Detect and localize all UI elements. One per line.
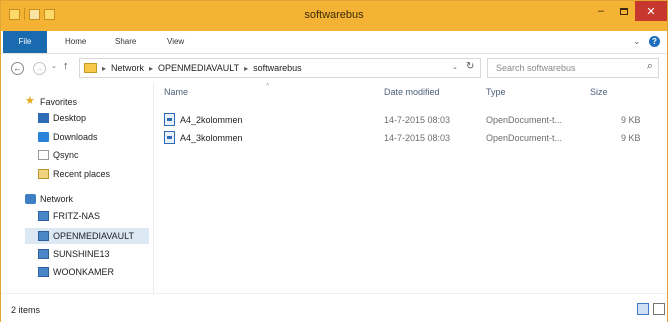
file-date: 14-7-2015 08:03 <box>384 115 451 125</box>
file-date: 14-7-2015 08:03 <box>384 133 451 143</box>
ribbon-tabs: File Home Share View ⌄ ? <box>1 31 667 54</box>
refresh-icon[interactable]: ↻ <box>466 61 474 72</box>
nav-item-openmediavault[interactable]: OPENMEDIAVAULT <box>25 228 149 244</box>
desktop-icon <box>38 113 49 123</box>
nav-item-recent-places[interactable]: Recent places <box>38 169 110 179</box>
large-icons-view-icon[interactable] <box>653 303 665 315</box>
nav-label: Downloads <box>53 132 98 142</box>
recent-places-icon <box>38 169 49 179</box>
nav-label: SUNSHINE13 <box>53 249 110 259</box>
close-button[interactable]: ✕ <box>635 1 667 21</box>
help-icon[interactable]: ? <box>649 36 660 47</box>
computer-icon <box>38 211 49 221</box>
document-icon <box>164 113 175 126</box>
nav-item-woonkamer[interactable]: WOONKAMER <box>38 267 114 277</box>
computer-icon <box>38 249 49 259</box>
nav-label: Qsync <box>53 150 79 160</box>
nav-network[interactable]: Network <box>25 194 73 204</box>
maximize-button[interactable] <box>613 1 635 21</box>
window-title: softwarebus <box>304 9 364 21</box>
tab-share[interactable]: Share <box>115 31 136 53</box>
nav-label: Desktop <box>53 113 87 123</box>
nav-label: Network <box>40 194 74 204</box>
search-icon[interactable]: ⌕ <box>647 60 653 73</box>
tab-view[interactable]: View <box>167 31 184 53</box>
explorer-window: softwarebus – ✕ File Home Share View ⌄ ?… <box>0 0 668 322</box>
tab-home[interactable]: Home <box>65 31 86 53</box>
forward-button[interactable]: → <box>33 62 46 75</box>
breadcrumb-separator[interactable]: ▸ <box>102 64 106 73</box>
nav-item-desktop[interactable]: Desktop <box>38 113 86 123</box>
recent-locations-dropdown[interactable]: ⌄ <box>51 62 57 70</box>
nav-label: FRITZ-NAS <box>53 211 100 221</box>
sort-arrow-icon: ^ <box>266 83 270 90</box>
column-header-date-modified[interactable]: Date modified <box>384 87 440 97</box>
nav-item-qsync[interactable]: Qsync <box>38 150 79 160</box>
breadcrumb-openmediavault[interactable]: OPENMEDIAVAULT <box>158 63 239 73</box>
back-button[interactable]: ← <box>11 62 24 75</box>
title-bar[interactable]: softwarebus – ✕ <box>1 1 667 31</box>
tab-file[interactable]: File <box>3 31 47 53</box>
star-icon: ★ <box>25 95 35 107</box>
nav-label: Favorites <box>40 96 78 107</box>
breadcrumb: ▸ Network ▸ OPENMEDIAVAULT ▸ softwarebus <box>102 63 302 73</box>
maximize-icon <box>620 7 628 15</box>
file-size: 9 KB <box>621 115 641 125</box>
nav-label: OPENMEDIAVAULT <box>53 231 135 241</box>
downloads-icon <box>38 132 49 142</box>
file-name: A4_2kolommen <box>180 115 243 125</box>
breadcrumb-network[interactable]: Network <box>111 63 144 73</box>
address-bar[interactable]: ▸ Network ▸ OPENMEDIAVAULT ▸ softwarebus… <box>79 58 481 78</box>
nav-item-fritz-nas[interactable]: FRITZ-NAS <box>38 211 100 221</box>
computer-icon <box>38 231 49 241</box>
nav-favorites[interactable]: ★ Favorites <box>25 96 77 107</box>
file-type: OpenDocument-t... <box>486 115 563 125</box>
file-row[interactable]: A4_3kolommen 14-7-2015 08:03 OpenDocumen… <box>164 130 654 146</box>
expand-ribbon-icon[interactable]: ⌄ <box>633 36 641 47</box>
item-count: 2 items <box>11 305 41 315</box>
computer-icon <box>38 267 49 277</box>
search-input[interactable]: Search softwarebus <box>496 63 576 73</box>
navigation-pane: ★ Favorites Desktop Downloads Qsync Rece… <box>1 83 154 293</box>
search-box[interactable]: Search softwarebus ⌕ <box>487 58 659 78</box>
breadcrumb-softwarebus[interactable]: softwarebus <box>253 63 302 73</box>
column-header-size[interactable]: Size <box>590 87 608 97</box>
nav-item-sunshine13[interactable]: SUNSHINE13 <box>38 249 110 259</box>
nav-label: WOONKAMER <box>53 267 115 277</box>
breadcrumb-separator[interactable]: ▸ <box>244 64 248 73</box>
status-bar: 2 items <box>1 293 667 322</box>
file-list: Name ^ Date modified Type Size A4_2kolom… <box>154 83 667 293</box>
up-button[interactable]: ↑ <box>63 60 69 72</box>
file-type: OpenDocument-t... <box>486 133 563 143</box>
details-view-icon[interactable] <box>637 303 649 315</box>
document-icon <box>164 131 175 144</box>
folder-icon <box>84 63 97 73</box>
breadcrumb-separator[interactable]: ▸ <box>149 64 153 73</box>
nav-label: Recent places <box>53 169 111 179</box>
column-header-type[interactable]: Type <box>486 87 506 97</box>
nav-item-downloads[interactable]: Downloads <box>38 132 98 142</box>
qsync-icon <box>38 150 49 160</box>
file-row[interactable]: A4_2kolommen 14-7-2015 08:03 OpenDocumen… <box>164 112 654 128</box>
address-bar-row: ← → ⌄ ↑ ▸ Network ▸ OPENMEDIAVAULT ▸ sof… <box>1 54 667 84</box>
file-name: A4_3kolommen <box>180 133 243 143</box>
network-icon <box>25 194 36 204</box>
column-header-name[interactable]: Name <box>164 87 188 97</box>
minimize-button[interactable]: – <box>589 1 613 21</box>
file-size: 9 KB <box>621 133 641 143</box>
address-history-dropdown[interactable]: ⌄ <box>452 63 458 71</box>
